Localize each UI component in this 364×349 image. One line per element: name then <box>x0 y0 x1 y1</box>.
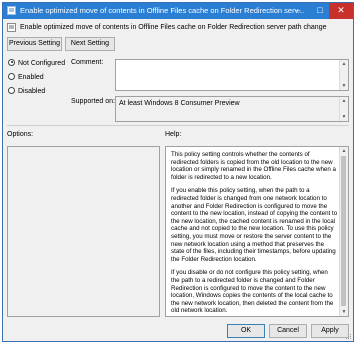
window-title: Enable optimized move of contents in Off… <box>20 6 305 15</box>
help-paragraph: If you disable or do not configure this … <box>171 269 334 315</box>
policy-header-text: Enable optimized move of contents in Off… <box>20 24 327 31</box>
supported-on-field: At least Windows 8 Consumer Preview ▲ ▼ <box>115 96 349 122</box>
radio-label: Enabled <box>18 74 44 81</box>
supported-scrollbar[interactable]: ▲ ▼ <box>339 97 348 121</box>
options-section-label: Options: <box>7 131 34 138</box>
next-setting-button[interactable]: Next Setting <box>65 37 115 51</box>
close-button[interactable]: ✕ <box>329 3 353 19</box>
policy-dialog-window: Enable optimized move of contents in Off… <box>2 2 354 342</box>
help-scrollbar[interactable]: ▲ ▼ <box>339 147 348 316</box>
minimize-button[interactable]: – <box>287 3 309 19</box>
maximize-button[interactable]: □ <box>309 3 331 19</box>
comment-textarea[interactable]: ▲ ▼ <box>115 59 349 91</box>
scroll-up-icon[interactable]: ▲ <box>340 97 348 105</box>
policy-app-icon <box>7 6 16 15</box>
scroll-up-icon[interactable]: ▲ <box>340 60 348 68</box>
cancel-button[interactable]: Cancel <box>269 324 307 338</box>
scroll-up-icon[interactable]: ▲ <box>340 147 348 155</box>
radio-label: Not Configured <box>18 60 66 67</box>
scroll-down-icon[interactable]: ▼ <box>340 113 348 121</box>
scroll-down-icon[interactable]: ▼ <box>340 82 348 90</box>
section-divider <box>7 125 349 126</box>
radio-enabled[interactable]: Enabled <box>8 72 44 83</box>
supported-on-value: At least Windows 8 Consumer Preview <box>119 100 240 107</box>
help-section-label: Help: <box>165 131 182 138</box>
radio-disabled[interactable]: Disabled <box>8 86 46 97</box>
radio-label: Disabled <box>18 88 46 95</box>
help-paragraph: This policy setting controls whether the… <box>171 151 336 181</box>
radio-indicator <box>8 86 15 94</box>
help-pane[interactable]: This policy setting controls whether the… <box>165 146 349 317</box>
radio-not-configured[interactable]: Not Configured <box>8 58 66 69</box>
apply-button[interactable]: Apply <box>311 324 349 338</box>
radio-selected-indicator <box>8 58 15 66</box>
comment-scrollbar[interactable]: ▲ ▼ <box>339 60 348 90</box>
help-paragraph: If you enable this policy setting, when … <box>171 187 338 263</box>
scroll-down-icon[interactable]: ▼ <box>340 308 348 316</box>
resize-grip-icon[interactable] <box>346 334 352 340</box>
comment-label: Comment: <box>71 59 104 66</box>
scroll-thumb[interactable] <box>341 156 346 306</box>
radio-indicator <box>8 72 15 80</box>
title-bar[interactable]: Enable optimized move of contents in Off… <box>3 3 353 19</box>
supported-on-label: Supported on: <box>71 98 115 105</box>
options-pane <box>7 146 160 317</box>
policy-setting-icon <box>7 23 16 32</box>
ok-button[interactable]: OK <box>227 324 265 338</box>
previous-setting-button[interactable]: Previous Setting <box>7 37 62 51</box>
